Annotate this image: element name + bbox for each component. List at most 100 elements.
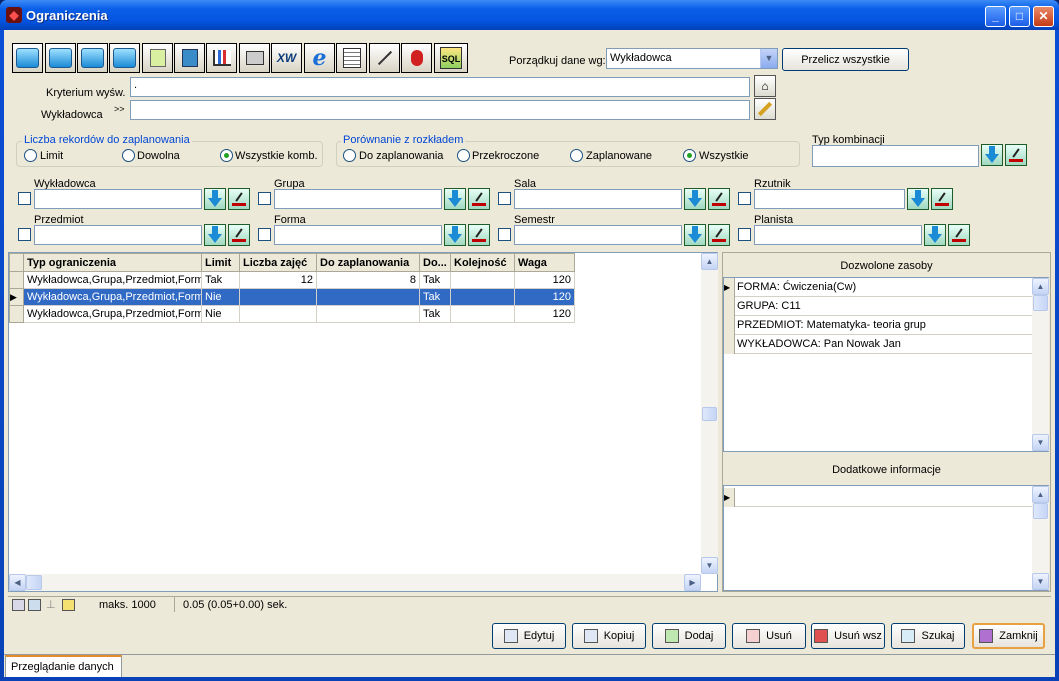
scroll-up-icon[interactable]: ▲ [1032,486,1049,503]
filter-group-clear[interactable] [468,188,490,210]
list-item[interactable]: PRZEDMIOT: Matematyka- teoria grup [724,316,1032,335]
wand-button[interactable] [369,43,400,73]
cell-order[interactable] [450,288,515,306]
filter-planner-checkbox[interactable] [738,228,751,241]
filter-lecturer-input[interactable] [34,189,202,209]
extra-info-list[interactable]: ▶ ▲ ▼ [723,485,1049,591]
grid-horizontal-scrollbar[interactable]: ◀ ▶ [9,574,701,591]
scroll-thumb[interactable] [1033,503,1048,519]
chevron-down-icon[interactable]: ▼ [760,49,777,68]
combination-clear-button[interactable] [1005,144,1027,166]
filter-lecturer-checkbox[interactable] [18,192,31,205]
cell-type[interactable]: Wykładowca,Grupa,Przedmiot,Forma [23,305,202,323]
radio-limit[interactable] [24,149,37,162]
zoom-icon[interactable] [28,599,41,611]
filter-room-select[interactable] [684,188,706,210]
list-item[interactable]: ▶ FORMA: Ćwiczenia(Cw) [724,278,1032,297]
cell-type[interactable]: Wykładowca,Grupa,Przedmiot,Forma [23,288,202,306]
radio-all-combinations[interactable] [220,149,233,162]
filter-button[interactable] [401,43,432,73]
col-header-to-plan[interactable]: Do zaplanowania [316,253,420,272]
cell-limit[interactable]: Nie [201,288,240,306]
close-button[interactable]: ✕ [1033,6,1054,27]
table-row[interactable]: Wykładowca,Grupa,Przedmiot,Forma Nie Tak… [9,305,575,323]
delete-all-button[interactable]: Usuń wsz [811,623,885,649]
radio-any[interactable] [122,149,135,162]
cell-weight[interactable]: 120 [514,288,575,306]
filter-planner-clear[interactable] [948,224,970,246]
col-header-weight[interactable]: Waga [514,253,575,272]
radio-all[interactable] [683,149,696,162]
scroll-left-icon[interactable]: ◀ [9,574,26,591]
copy-record-button[interactable]: Kopiuj [572,623,646,649]
resources-scrollbar[interactable]: ▲ ▼ [1032,278,1049,451]
extra-info-scrollbar[interactable]: ▲ ▼ [1032,486,1049,590]
filter-semester-clear[interactable] [708,224,730,246]
filter-subject-clear[interactable] [228,224,250,246]
grid-vertical-scrollbar[interactable]: ▲ ▼ [701,253,718,574]
filter-subject-checkbox[interactable] [18,228,31,241]
lecturer-input[interactable] [130,100,750,120]
title-bar[interactable]: ◆ Ograniczenia _ □ ✕ [0,0,1059,30]
print-button[interactable] [239,43,270,73]
filter-form-checkbox[interactable] [258,228,271,241]
cell-to-plan[interactable] [316,305,420,323]
filter-room-checkbox[interactable] [498,192,511,205]
last-record-button[interactable] [109,43,140,73]
prev-record-button[interactable] [45,43,76,73]
table-row[interactable]: Wykładowca,Grupa,Przedmiot,Forma Tak 12 … [9,271,575,289]
filter-form-select[interactable] [444,224,466,246]
expand-arrow[interactable]: >> [114,104,125,114]
search-button[interactable]: Szukaj [891,623,965,649]
binoculars-button[interactable]: ⌂ [754,75,776,97]
note-icon[interactable] [62,599,75,611]
cell-count[interactable] [239,288,317,306]
col-header-limit[interactable]: Limit [201,253,240,272]
tab-browse-data[interactable]: Przeglądanie danych [5,655,122,677]
filter-planner-select[interactable] [924,224,946,246]
scroll-up-icon[interactable]: ▲ [1032,278,1049,295]
scroll-down-icon[interactable]: ▼ [1032,434,1049,451]
recalc-all-button[interactable]: Przelicz wszystkie [782,48,909,71]
cell-weight[interactable]: 120 [514,271,575,289]
cell-do[interactable]: Tak [419,271,451,289]
table-row-selected[interactable]: ▶ Wykładowca,Grupa,Przedmiot,Forma Nie T… [9,288,575,306]
refresh-button[interactable] [142,43,173,73]
filter-projector-checkbox[interactable] [738,192,751,205]
browser-button[interactable]: e [304,43,335,73]
scroll-down-icon[interactable]: ▼ [701,557,718,574]
radio-to-plan[interactable] [343,149,356,162]
cell-count[interactable]: 12 [239,271,317,289]
criteria-input[interactable]: . [130,77,750,97]
filter-planner-input[interactable] [754,225,922,245]
cell-order[interactable] [450,305,515,323]
radio-planned[interactable] [570,149,583,162]
list-item[interactable]: ▶ [724,488,1032,507]
filter-projector-select[interactable] [907,188,929,210]
cell-do[interactable]: Tak [419,288,451,306]
report-button[interactable] [336,43,367,73]
scroll-down-icon[interactable]: ▼ [1032,573,1049,590]
first-record-button[interactable] [12,43,43,73]
combination-input[interactable] [812,145,979,167]
cell-limit[interactable]: Tak [201,271,240,289]
filter-form-clear[interactable] [468,224,490,246]
chart-button[interactable] [206,43,237,73]
combination-select-button[interactable] [981,144,1003,166]
scroll-thumb[interactable] [1033,295,1048,311]
filter-projector-clear[interactable] [931,188,953,210]
filter-lecturer-select[interactable] [204,188,226,210]
pencil-button[interactable] [754,98,776,120]
col-header-order[interactable]: Kolejność [450,253,515,272]
anchor-icon[interactable]: ⊥ [46,598,56,611]
filter-subject-select[interactable] [204,224,226,246]
maximize-button[interactable]: □ [1009,6,1030,27]
next-record-button[interactable] [77,43,108,73]
copy-button[interactable] [174,43,205,73]
filter-semester-input[interactable] [514,225,682,245]
constraints-grid[interactable]: Typ ograniczenia Limit Liczba zajęć Do z… [8,252,718,592]
col-header-count[interactable]: Liczba zajęć [239,253,317,272]
edit-button[interactable]: Edytuj [492,623,566,649]
list-item[interactable]: GRUPA: C11 [724,297,1032,316]
add-button[interactable]: Dodaj [652,623,726,649]
